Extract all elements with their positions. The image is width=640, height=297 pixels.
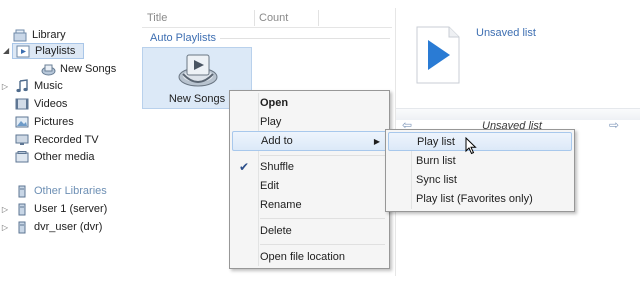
section-title: Auto Playlists [150,32,217,44]
collapse-arrow-icon[interactable]: ◢ [3,46,9,55]
menu-item-shuffle[interactable]: ✔ Shuffle [232,157,387,177]
menu-item-label: Play list (Favorites only) [416,192,533,205]
sidebar-item-new-songs[interactable]: New Songs [40,61,116,77]
column-divider[interactable] [254,10,255,26]
sidebar-item-dvr-user[interactable]: ▷ dvr_user (dvr) [2,219,103,235]
menu-item-label: Burn list [416,154,456,167]
submenu-item-sync-list[interactable]: Sync list [388,170,572,189]
sidebar-item-label: Music [34,80,63,92]
menu-item-add-to[interactable]: Add to ▶ [232,131,387,151]
context-menu: Open Play Add to ▶ ✔ Shuffle Edit Rename… [229,90,390,269]
videos-icon [14,97,30,111]
add-to-submenu: Play list Burn list Sync list Play list … [385,129,575,212]
expand-arrow-icon[interactable]: ▷ [0,223,10,232]
menu-item-edit[interactable]: Edit [232,176,387,196]
recorded-tv-icon [14,133,30,147]
sidebar-item-label: New Songs [60,63,117,75]
section-divider [220,38,390,39]
expand-arrow-icon[interactable]: ▷ [0,82,10,91]
submenu-item-play-list[interactable]: Play list [388,132,572,151]
submenu-item-burn-list[interactable]: Burn list [388,151,572,170]
submenu-item-play-list-favorites[interactable]: Play list (Favorites only) [388,189,572,208]
menu-item-label: Rename [260,199,302,211]
menu-item-delete[interactable]: Delete [232,221,387,241]
expand-arrow-icon[interactable]: ▷ [0,205,10,214]
play-document-icon [416,26,460,87]
sidebar-item-other-media[interactable]: Other media [14,149,95,165]
other-libraries-icon [14,184,30,198]
menu-separator [260,155,385,156]
sidebar-item-label: Library [32,29,66,41]
menu-item-label: Open file location [260,251,345,263]
sidebar-item-label: Recorded TV [34,134,99,146]
pointer-icon [465,136,477,158]
server-icon [14,220,30,234]
menu-separator [260,244,385,245]
sidebar-item-label: Videos [34,98,68,110]
other-media-icon [14,150,30,164]
menu-item-label: Sync list [416,173,457,186]
checkmark-icon: ✔ [239,160,250,174]
sidebar-item-other-libraries[interactable]: Other Libraries [14,183,107,199]
menu-item-label: Open [260,97,289,109]
playlist-icon [15,44,31,58]
sidebar-item-playlists[interactable]: Playlists [12,43,84,59]
sidebar-item-label: Other media [34,151,95,163]
sidebar-item-label: Playlists [35,45,76,57]
column-title[interactable]: Title [147,12,167,24]
menu-item-label: Edit [260,180,279,192]
sidebar-item-label: User 1 (server) [34,203,108,215]
menu-item-label: Play list [417,135,455,148]
media-player-window: Library Playlists ◢ New Songs ▷ Music Vi… [0,0,640,297]
menu-item-label: Add to [261,135,293,147]
column-count[interactable]: Count [259,12,288,24]
sidebar-item-library[interactable]: Library [2,27,66,43]
navigation-pane: Library Playlists ◢ New Songs ▷ Music Vi… [0,8,140,276]
sidebar-item-videos[interactable]: Videos [14,96,67,112]
menu-item-label: Play [260,116,282,128]
column-divider[interactable] [318,10,319,26]
server-icon [14,202,30,216]
menu-item-open-file-location[interactable]: Open file location [232,247,387,267]
submenu-arrow-icon: ▶ [373,136,380,146]
list-title[interactable]: Unsaved list [476,27,536,39]
sidebar-item-recorded-tv[interactable]: Recorded TV [14,132,99,148]
column-header: Title Count [142,8,392,28]
sidebar-item-label: Pictures [34,116,74,128]
sidebar-item-label: Other Libraries [34,185,107,197]
music-icon [14,79,30,93]
list-toolbar [396,108,640,120]
library-icon [12,28,28,42]
menu-separator [260,218,385,219]
sidebar-item-pictures[interactable]: Pictures [14,114,74,130]
sidebar-item-music[interactable]: ▷ Music [2,78,63,94]
menu-item-rename[interactable]: Rename [232,195,387,215]
sidebar-item-label: dvr_user (dvr) [34,221,103,233]
menu-item-label: Shuffle [260,161,295,173]
menu-item-open[interactable]: Open [232,93,387,113]
forward-arrow-icon[interactable]: ⇨ [609,118,619,132]
menu-item-play[interactable]: Play [232,112,387,132]
pictures-icon [14,115,30,129]
auto-playlist-icon [177,52,219,91]
auto-playlist-icon [40,62,56,76]
menu-item-label: Delete [260,225,292,237]
sidebar-item-user1[interactable]: ▷ User 1 (server) [2,201,108,217]
